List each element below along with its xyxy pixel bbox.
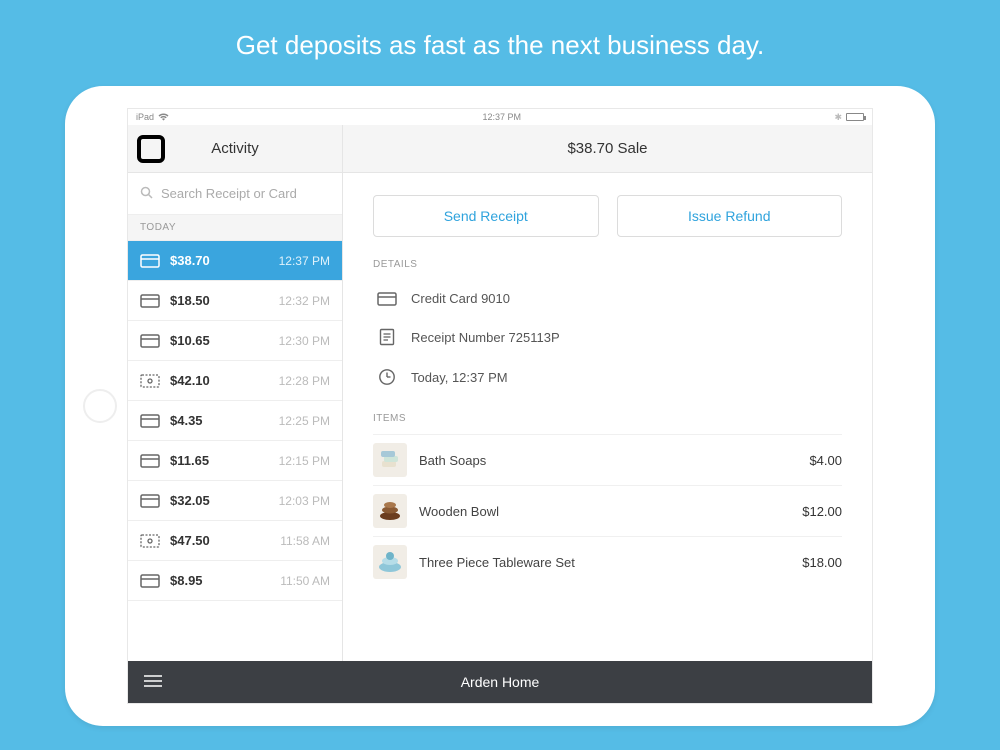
item-price: $12.00: [802, 504, 842, 519]
transaction-amount: $10.65: [170, 333, 269, 348]
transaction-time: 12:37 PM: [279, 254, 330, 268]
search-icon: [140, 186, 153, 202]
transaction-row[interactable]: $42.10 12:28 PM: [128, 361, 342, 401]
transaction-row[interactable]: $18.50 12:32 PM: [128, 281, 342, 321]
status-bar: iPad 12:37 PM ✱: [128, 109, 872, 125]
transaction-amount: $8.95: [170, 573, 270, 588]
detail-text: Credit Card 9010: [411, 291, 510, 306]
cash-icon: [140, 534, 160, 548]
item-thumbnail: [373, 443, 407, 477]
send-receipt-button[interactable]: Send Receipt: [373, 195, 599, 237]
item-thumbnail: [373, 494, 407, 528]
card-icon: [140, 334, 160, 348]
item-price: $18.00: [802, 555, 842, 570]
content-title: $38.70 Sale: [343, 125, 872, 173]
clock-icon: [377, 368, 397, 386]
detail-text: Receipt Number 725113P: [411, 330, 560, 345]
card-icon: [140, 494, 160, 508]
transaction-row[interactable]: $47.50 11:58 AM: [128, 521, 342, 561]
item-row: Three Piece Tableware Set $18.00: [373, 536, 842, 587]
transaction-time: 12:30 PM: [279, 334, 330, 348]
item-price: $4.00: [809, 453, 842, 468]
bottom-bar: Arden Home: [128, 661, 872, 703]
item-name: Bath Soaps: [419, 453, 797, 468]
menu-button[interactable]: [128, 674, 178, 690]
transaction-amount: $18.50: [170, 293, 269, 308]
transaction-amount: $38.70: [170, 253, 269, 268]
card-icon: [140, 574, 160, 588]
card-icon: [140, 294, 160, 308]
wifi-icon: [158, 113, 169, 121]
search-placeholder: Search Receipt or Card: [161, 186, 297, 201]
section-today: Today: [128, 215, 342, 241]
detail-row: Credit Card 9010: [373, 280, 842, 317]
items-heading: Items: [373, 413, 842, 424]
transaction-row[interactable]: $10.65 12:30 PM: [128, 321, 342, 361]
item-name: Three Piece Tableware Set: [419, 555, 790, 570]
transaction-row[interactable]: $32.05 12:03 PM: [128, 481, 342, 521]
transaction-time: 12:15 PM: [279, 454, 330, 468]
transaction-time: 12:28 PM: [279, 374, 330, 388]
cash-icon: [140, 374, 160, 388]
transaction-row[interactable]: $11.65 12:15 PM: [128, 441, 342, 481]
transaction-amount: $32.05: [170, 493, 269, 508]
receipt-icon: [377, 328, 397, 346]
detail-row: Today, 12:37 PM: [373, 357, 842, 397]
transaction-amount: $11.65: [170, 453, 269, 468]
battery-icon: [846, 113, 864, 121]
transaction-row[interactable]: $38.70 12:37 PM: [128, 241, 342, 281]
card-icon: [140, 414, 160, 428]
square-logo-icon: [137, 135, 165, 163]
detail-text: Today, 12:37 PM: [411, 370, 508, 385]
app-screen: iPad 12:37 PM ✱ Activity: [127, 108, 873, 704]
transaction-time: 12:25 PM: [279, 414, 330, 428]
item-thumbnail: [373, 545, 407, 579]
activity-sidebar: Activity Search Receipt or Card Today $3…: [128, 125, 343, 661]
device-label: iPad: [136, 112, 154, 122]
issue-refund-button[interactable]: Issue Refund: [617, 195, 843, 237]
transaction-list: $38.70 12:37 PM $18.50 12:32 PM $10.65 12:30 …: [128, 241, 342, 661]
detail-row: Receipt Number 725113P: [373, 317, 842, 357]
status-time: 12:37 PM: [169, 112, 834, 122]
hero-headline: Get deposits as fast as the next busines…: [0, 0, 1000, 86]
store-name: Arden Home: [178, 674, 872, 690]
transaction-time: 11:58 AM: [280, 534, 330, 548]
sidebar-title: Activity: [174, 140, 342, 157]
sale-detail-panel: $38.70 Sale Send Receipt Issue Refund De…: [343, 125, 872, 661]
sidebar-header: Activity: [128, 125, 342, 173]
hamburger-icon: [144, 674, 162, 690]
home-button[interactable]: [83, 389, 117, 423]
transaction-amount: $47.50: [170, 533, 270, 548]
details-heading: Details: [373, 259, 842, 270]
card-icon: [140, 254, 160, 268]
transaction-amount: $42.10: [170, 373, 269, 388]
app-logo[interactable]: [128, 135, 174, 163]
transaction-time: 12:32 PM: [279, 294, 330, 308]
transaction-row[interactable]: $4.35 12:25 PM: [128, 401, 342, 441]
card-icon: [377, 292, 397, 306]
bluetooth-icon: ✱: [834, 112, 842, 123]
transaction-time: 11:50 AM: [280, 574, 330, 588]
item-name: Wooden Bowl: [419, 504, 790, 519]
search-input[interactable]: Search Receipt or Card: [128, 173, 342, 215]
card-icon: [140, 454, 160, 468]
transaction-row[interactable]: $8.95 11:50 AM: [128, 561, 342, 601]
item-row: Bath Soaps $4.00: [373, 434, 842, 485]
item-row: Wooden Bowl $12.00: [373, 485, 842, 536]
transaction-amount: $4.35: [170, 413, 269, 428]
tablet-frame: iPad 12:37 PM ✱ Activity: [65, 86, 935, 726]
transaction-time: 12:03 PM: [279, 494, 330, 508]
